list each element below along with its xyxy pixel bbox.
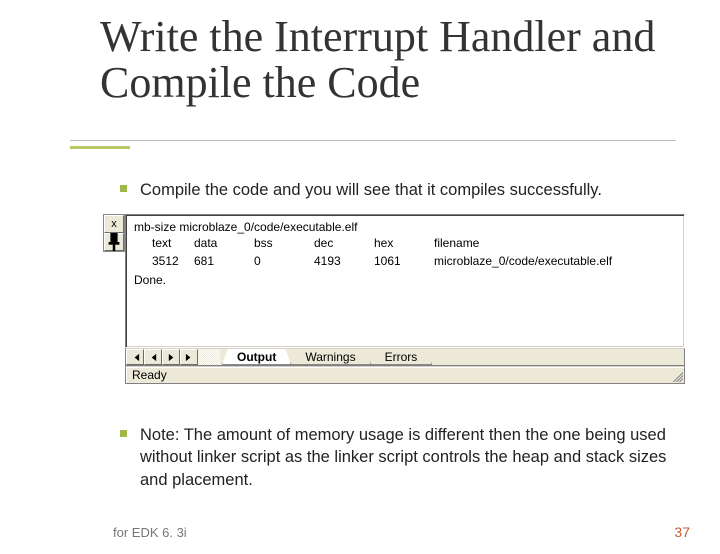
scroll-next-button[interactable] xyxy=(162,349,180,365)
bullet-icon xyxy=(120,185,127,192)
console-done-line: Done. xyxy=(134,272,676,288)
col-bss-header: bss xyxy=(254,235,314,253)
status-text: Ready xyxy=(132,368,167,382)
pin-icon xyxy=(105,233,123,251)
col-dec-value: 4193 xyxy=(314,253,374,271)
resize-grip-icon[interactable] xyxy=(670,369,683,382)
tab-errors[interactable]: Errors xyxy=(370,349,433,365)
console-command-line: mb-size microblaze_0/code/executable.elf xyxy=(134,219,676,235)
console-tabs: Output Warnings Errors xyxy=(222,349,684,365)
tab-and-scroll-bar: Output Warnings Errors xyxy=(125,348,685,366)
scroll-last-button[interactable] xyxy=(180,349,198,365)
chevron-left-icon xyxy=(149,353,158,362)
bullet-icon xyxy=(120,430,127,437)
slide-title: Write the Interrupt Handler and Compile … xyxy=(100,14,720,106)
col-dec-header: dec xyxy=(314,235,374,253)
output-pane: mb-size microblaze_0/code/executable.elf… xyxy=(125,214,685,348)
bullet-1-text: Compile the code and you will see that i… xyxy=(140,181,602,199)
col-data-value: 681 xyxy=(194,253,254,271)
last-icon xyxy=(185,353,194,362)
footer-text: for EDK 6. 3i xyxy=(113,525,187,540)
close-button[interactable]: x xyxy=(104,215,124,233)
scroll-first-button[interactable] xyxy=(126,349,144,365)
pin-button[interactable] xyxy=(104,233,124,251)
col-hex-header: hex xyxy=(374,235,434,253)
size-table-header-row: text data bss dec hex filename xyxy=(134,235,676,253)
bullet-2: Note: The amount of memory usage is diff… xyxy=(120,424,690,491)
size-table: text data bss dec hex filename 3512 681 … xyxy=(134,235,676,271)
pane-sidebar: x xyxy=(103,214,125,252)
page-number: 37 xyxy=(674,524,690,540)
bullet-2-text: Note: The amount of memory usage is diff… xyxy=(140,426,666,489)
status-bar: Ready xyxy=(125,366,685,384)
horizontal-rule xyxy=(70,140,676,141)
bullet-1: Compile the code and you will see that i… xyxy=(120,179,690,201)
col-data-header: data xyxy=(194,235,254,253)
scroll-track-left[interactable] xyxy=(198,349,220,365)
chevron-right-icon xyxy=(167,353,176,362)
scroll-prev-button[interactable] xyxy=(144,349,162,365)
col-text-value: 3512 xyxy=(134,253,194,271)
col-text-header: text xyxy=(134,235,194,253)
rule-accent xyxy=(70,146,130,149)
size-table-value-row: 3512 681 0 4193 1061 microblaze_0/code/e… xyxy=(134,253,676,271)
first-icon xyxy=(131,353,140,362)
col-hex-value: 1061 xyxy=(374,253,434,271)
col-bss-value: 0 xyxy=(254,253,314,271)
col-filename-value: microblaze_0/code/executable.elf xyxy=(434,253,676,271)
tab-warnings[interactable]: Warnings xyxy=(290,349,370,365)
col-filename-header: filename xyxy=(434,235,676,253)
tab-output[interactable]: Output xyxy=(222,349,291,365)
